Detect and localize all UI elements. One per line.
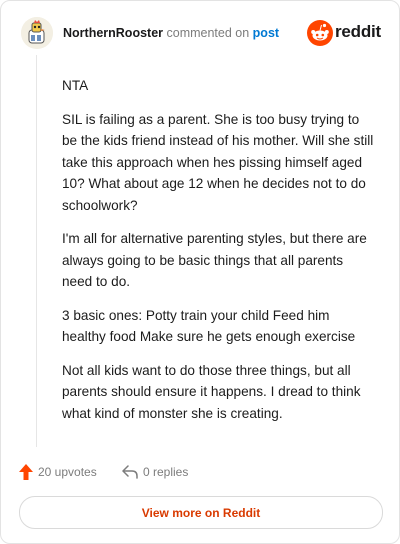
rooster-avatar-icon[interactable]	[21, 17, 53, 49]
upvote-arrow-icon	[19, 464, 33, 480]
reddit-brand[interactable]: reddit	[307, 20, 383, 48]
action-text: commented on	[166, 26, 250, 40]
upvote-count: 20 upvotes	[38, 465, 97, 479]
author-name[interactable]: NorthernRooster	[63, 26, 163, 40]
comment-header: NorthernRooster commented on post reddit	[21, 17, 383, 51]
comment-paragraph: I'm all for alternative parenting styles…	[62, 231, 367, 289]
comment-paragraph: Not all kids want to do those three thin…	[62, 362, 361, 421]
reddit-logo-icon	[307, 20, 333, 46]
comment-body: NTA SIL is failing as a parent. She is t…	[62, 75, 374, 436]
comment-meta: NorthernRooster commented on post	[63, 26, 279, 40]
reply-count: 0 replies	[143, 465, 189, 479]
comment-paragraph: SIL is failing as a parent. She is too b…	[62, 111, 374, 213]
upvote-button[interactable]: 20 upvotes	[19, 461, 97, 483]
reply-arrow-icon	[122, 465, 138, 479]
view-more-button[interactable]: View more on Reddit	[19, 496, 383, 529]
thread-line	[36, 55, 37, 447]
comment-paragraph: NTA	[62, 78, 89, 93]
comment-footer: 20 upvotes 0 replies	[19, 461, 319, 483]
comment-paragraph: 3 basic ones: Potty train your child Fee…	[62, 307, 356, 345]
reddit-wordmark: reddit	[335, 22, 382, 41]
post-link[interactable]: post	[253, 26, 279, 40]
reply-button[interactable]: 0 replies	[122, 461, 188, 483]
comment-card: NorthernRooster commented on post reddit…	[0, 0, 400, 544]
